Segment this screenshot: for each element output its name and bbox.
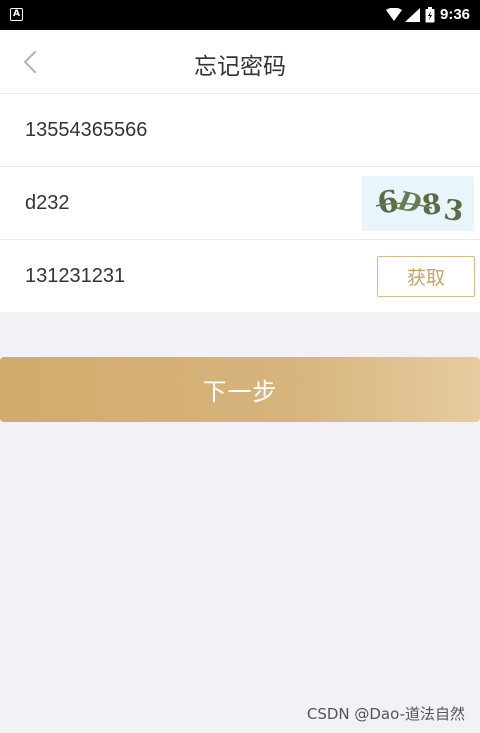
- sms-code-row: 获取: [0, 240, 480, 312]
- clock: 9:36: [440, 6, 471, 23]
- app-notification-icon: A: [10, 8, 23, 21]
- phone-row: [0, 94, 480, 167]
- battery-icon: [425, 7, 435, 23]
- svg-text:8: 8: [420, 187, 443, 222]
- next-step-button[interactable]: 下一步: [0, 357, 480, 422]
- reset-password-form: 6 D 8 3 获取: [0, 94, 480, 312]
- wifi-icon: [386, 8, 402, 21]
- phone-input[interactable]: [25, 94, 345, 166]
- sms-code-input[interactable]: [25, 240, 345, 312]
- captcha-row: 6 D 8 3: [0, 167, 480, 240]
- signal-icon: [405, 8, 420, 22]
- svg-text:3: 3: [442, 193, 466, 228]
- get-code-button[interactable]: 获取: [377, 256, 475, 297]
- nav-bar: 忘记密码: [0, 30, 480, 94]
- watermark: CSDN @Dao-道法自然: [306, 705, 465, 723]
- captcha-image[interactable]: 6 D 8 3: [362, 176, 474, 231]
- page-title: 忘记密码: [194, 54, 286, 80]
- captcha-input[interactable]: [25, 167, 345, 239]
- status-bar: A 9:36: [0, 0, 480, 30]
- captcha-graphic: 6 D 8 3: [375, 184, 466, 228]
